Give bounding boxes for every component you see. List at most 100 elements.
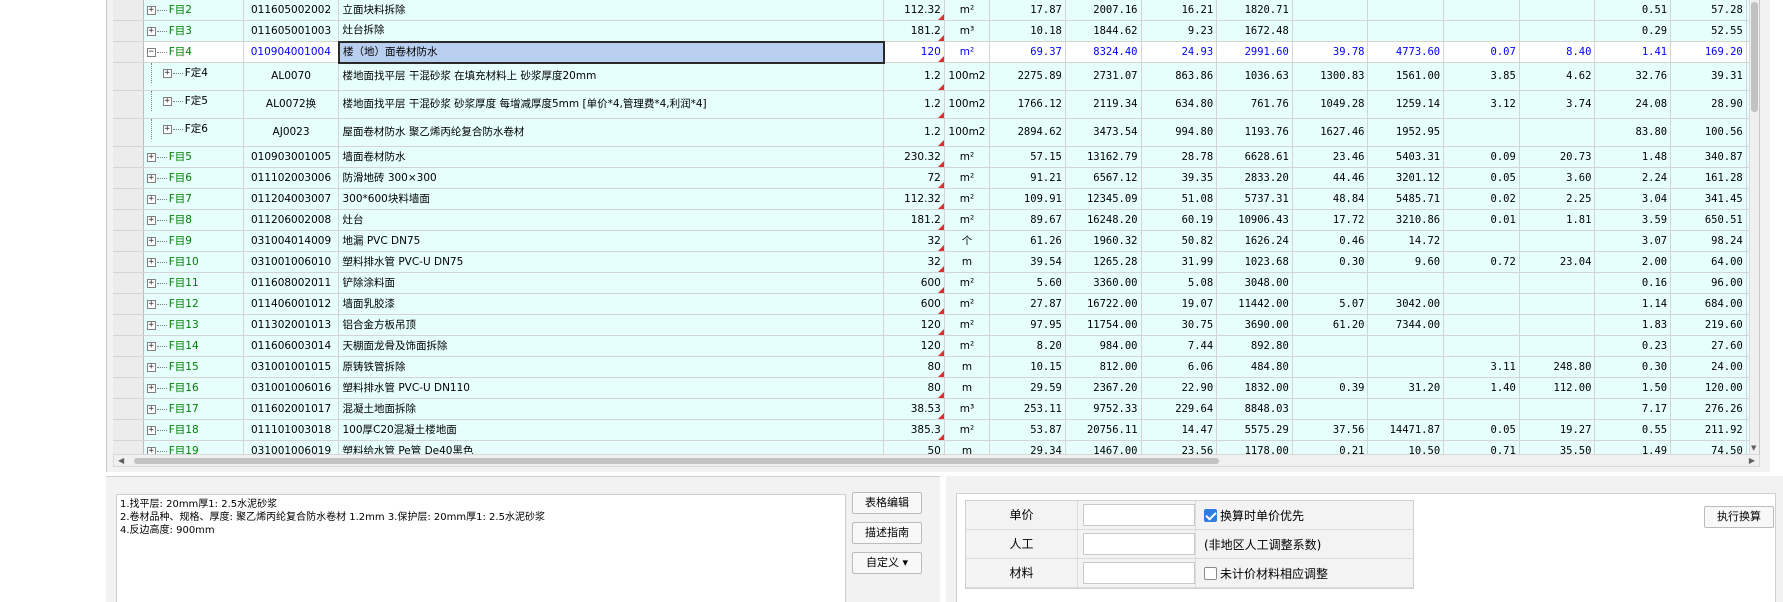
custom-dropdown-button[interactable]: 自定义 ▾	[852, 552, 922, 574]
amount-cell[interactable]: 341.45	[1670, 188, 1747, 210]
quantity-cell[interactable]: 120	[883, 335, 945, 357]
amount-cell[interactable]	[1292, 272, 1369, 294]
amount-cell[interactable]: 3473.54	[1065, 118, 1142, 147]
amount-cell[interactable]: 2894.62	[989, 118, 1066, 147]
amount-cell[interactable]: 112.00	[1519, 377, 1596, 399]
amount-cell[interactable]: 5485.71	[1367, 188, 1445, 210]
quantity-cell[interactable]: 181.2	[883, 209, 945, 231]
amount-cell[interactable]: 3210.86	[1367, 209, 1445, 231]
amount-cell[interactable]: 984.00	[1065, 335, 1142, 357]
expand-icon[interactable]: +	[162, 124, 172, 134]
unit-cell[interactable]: m	[943, 356, 991, 378]
amount-cell[interactable]: 50.82	[1141, 230, 1218, 252]
amount-cell[interactable]: 8.40	[1519, 41, 1596, 63]
amount-cell[interactable]: 39.31	[1670, 62, 1747, 91]
amount-cell[interactable]: 14471.87	[1367, 419, 1445, 441]
expand-icon[interactable]: +	[146, 6, 156, 15]
item-name-cell[interactable]: 灶台	[338, 209, 885, 231]
tree-cell[interactable]: + F目16	[143, 377, 244, 399]
amount-cell[interactable]: 74.50	[1670, 440, 1747, 454]
amount-cell[interactable]: 16248.20	[1065, 209, 1142, 231]
row-header[interactable]	[113, 0, 144, 21]
item-code-cell[interactable]: 031001006016	[243, 377, 340, 399]
row-header[interactable]	[113, 314, 144, 336]
item-code-cell[interactable]: 010903001005	[243, 146, 340, 168]
unit-cell[interactable]: m²	[943, 188, 991, 210]
amount-cell[interactable]	[1443, 230, 1520, 252]
unit-cell[interactable]: m²	[943, 41, 991, 63]
bill-item-row[interactable]: + F目3 011605001003 灶台拆除 181.2 m³ 10.18 1844.62 9…	[113, 20, 1759, 42]
amount-cell[interactable]: 0.02	[1443, 188, 1520, 210]
bill-item-row[interactable]: + F目9 031004014009 地漏 PVC DN75 32 个 61.26 1960.…	[113, 230, 1759, 252]
unit-cell[interactable]: m³	[943, 398, 991, 420]
amount-cell[interactable]	[1443, 335, 1520, 357]
item-name-cell[interactable]: 天棚面龙骨及饰面拆除	[338, 335, 885, 357]
item-code-cell[interactable]: 011608002011	[243, 272, 340, 294]
quantity-cell[interactable]: 38.53	[883, 398, 945, 420]
amount-cell[interactable]	[1519, 335, 1596, 357]
expand-icon[interactable]: +	[146, 426, 156, 435]
amount-cell[interactable]: 98.24	[1670, 230, 1747, 252]
amount-cell[interactable]: 39.35	[1141, 167, 1218, 189]
amount-cell[interactable]: 32.76	[1594, 62, 1672, 91]
amount-cell[interactable]: 1844.62	[1065, 20, 1142, 42]
amount-cell[interactable]: 2367.20	[1065, 377, 1142, 399]
amount-cell[interactable]: 3042.00	[1367, 293, 1445, 315]
amount-cell[interactable]: 12345.09	[1065, 188, 1142, 210]
quantity-cell[interactable]: 230.32	[883, 146, 945, 168]
amount-cell[interactable]: 19.27	[1519, 419, 1596, 441]
amount-cell[interactable]: 3.11	[1443, 356, 1520, 378]
bill-item-row[interactable]: + F目14 011606003014 天棚面龙骨及饰面拆除 120 m² 8.20 984.…	[113, 335, 1759, 357]
amount-cell[interactable]: 1.81	[1519, 209, 1596, 231]
amount-cell[interactable]	[1519, 118, 1596, 147]
tree-cell[interactable]: + F目3	[143, 20, 244, 42]
amount-cell[interactable]: 120.00	[1670, 377, 1747, 399]
bill-item-row[interactable]: + F目2 011605002002 立面块料拆除 112.32 m² 17.87 2007.…	[113, 0, 1759, 21]
expand-icon[interactable]: +	[146, 195, 156, 204]
scroll-down-arrow-icon[interactable]: ▼	[1751, 444, 1756, 452]
expand-icon[interactable]: +	[146, 174, 156, 183]
expand-icon[interactable]: +	[146, 258, 156, 267]
amount-cell[interactable]: 1561.00	[1367, 62, 1445, 91]
amount-cell[interactable]	[1292, 0, 1369, 21]
amount-cell[interactable]: 53.87	[989, 419, 1066, 441]
amount-cell[interactable]: 13162.79	[1065, 146, 1142, 168]
amount-cell[interactable]: 684.00	[1670, 293, 1747, 315]
bill-item-row[interactable]: + F目13 011302001013 铝合金方板吊顶 120 m² 97.95 11754.…	[113, 314, 1759, 336]
tree-cell[interactable]: + F目7	[143, 188, 244, 210]
tree-cell[interactable]: − F目4	[143, 41, 244, 63]
amount-cell[interactable]: 61.20	[1292, 314, 1369, 336]
tree-cell[interactable]: + F目9	[143, 230, 244, 252]
expand-icon[interactable]: +	[146, 300, 156, 309]
quantity-cell[interactable]: 181.2	[883, 20, 945, 42]
amount-cell[interactable]: 2991.60	[1216, 41, 1293, 63]
amount-cell[interactable]: 1193.76	[1216, 118, 1293, 147]
amount-cell[interactable]: 1300.83	[1292, 62, 1369, 91]
amount-cell[interactable]: 28.78	[1141, 146, 1218, 168]
amount-cell[interactable]: 0.21	[1292, 440, 1369, 454]
amount-cell[interactable]: 83.80	[1594, 118, 1672, 147]
amount-cell[interactable]: 27.60	[1670, 335, 1747, 357]
amount-cell[interactable]: 2007.16	[1065, 0, 1142, 21]
item-code-cell[interactable]: 011101003018	[243, 419, 340, 441]
amount-cell[interactable]	[1367, 0, 1445, 21]
unit-cell[interactable]: m²	[943, 146, 991, 168]
amount-cell[interactable]: 23.04	[1519, 251, 1596, 273]
amount-cell[interactable]	[1443, 272, 1520, 294]
amount-cell[interactable]: 0.23	[1594, 335, 1672, 357]
execute-conversion-button[interactable]: 执行换算	[1704, 506, 1774, 528]
tree-cell[interactable]: + F目19	[143, 440, 244, 454]
unit-cell[interactable]: m	[943, 377, 991, 399]
item-name-cell[interactable]: 铝合金方板吊顶	[338, 314, 885, 336]
amount-cell[interactable]: 91.21	[989, 167, 1066, 189]
amount-cell[interactable]: 863.86	[1141, 62, 1218, 91]
vertical-scrollbar[interactable]: ▼	[1749, 0, 1759, 454]
quantity-cell[interactable]: 600	[883, 293, 945, 315]
expand-icon[interactable]: +	[146, 363, 156, 372]
amount-cell[interactable]: 24.08	[1594, 90, 1672, 119]
amount-cell[interactable]: 0.07	[1443, 41, 1520, 63]
amount-cell[interactable]: 3.74	[1519, 90, 1596, 119]
item-code-cell[interactable]: 011206002008	[243, 209, 340, 231]
quantity-cell[interactable]: 385.3	[883, 419, 945, 441]
unit-cell[interactable]: m²	[943, 209, 991, 231]
